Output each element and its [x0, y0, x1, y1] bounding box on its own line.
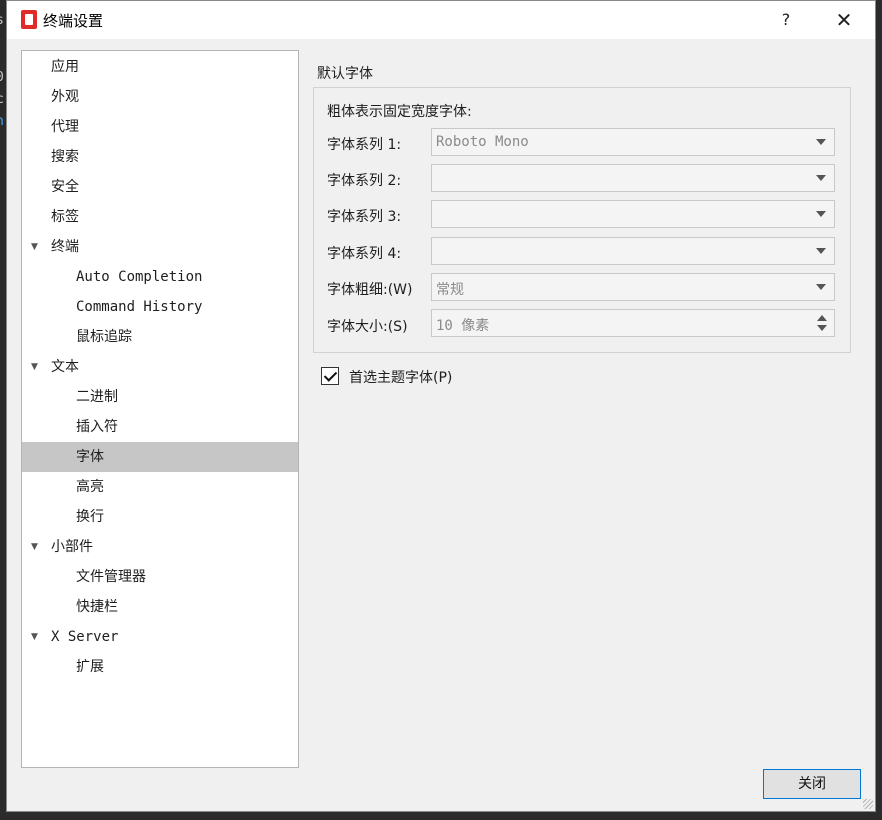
font-family-1-select[interactable]: Roboto Mono [431, 128, 835, 156]
expand-arrow-icon[interactable]: ▼ [31, 532, 43, 562]
spin-down-icon[interactable] [817, 325, 827, 331]
expand-arrow-icon[interactable]: ▼ [31, 232, 43, 262]
close-button[interactable]: 关闭 [763, 769, 861, 799]
tree-item-command-history[interactable]: Command History [22, 292, 298, 322]
settings-dialog: 终端设置 ? ✕ 应用 外观 代理 搜索 安全 标签 ▼ 终端 Auto Comp… [6, 0, 876, 812]
font-family-2-label: 字体系列 2: [327, 173, 402, 189]
tree-item-auto-completion[interactable]: Auto Completion [22, 262, 298, 292]
fixed-width-hint: 粗体表示固定宽度字体: [327, 104, 472, 120]
font-family-1-label: 字体系列 1: [327, 137, 402, 153]
font-family-3-select[interactable] [431, 200, 835, 228]
font-weight-select[interactable]: 常规 [431, 273, 835, 301]
font-weight-label: 字体粗细:(W) [327, 282, 413, 298]
title-bar[interactable]: 终端设置 ? ✕ [7, 1, 875, 39]
tree-item-file-manager[interactable]: 文件管理器 [22, 562, 298, 592]
font-family-4-select[interactable] [431, 237, 835, 265]
tree-item-mouse-tracking[interactable]: 鼠标追踪 [22, 322, 298, 352]
tree-item-highlight[interactable]: 高亮 [22, 472, 298, 502]
dropdown-arrow-icon [816, 211, 826, 217]
tree-item-font[interactable]: 字体 [22, 442, 298, 472]
tree-item-text[interactable]: ▼ 文本 [22, 352, 298, 382]
bg-char: 0 [0, 70, 4, 85]
tree-item-proxy[interactable]: 代理 [22, 112, 298, 142]
tree-item-x-server[interactable]: ▼ X Server [22, 622, 298, 652]
dropdown-arrow-icon [816, 248, 826, 254]
font-family-3-label: 字体系列 3: [327, 209, 402, 225]
app-book-icon [21, 10, 37, 29]
bg-char: s [0, 13, 4, 28]
tree-item-app[interactable]: 应用 [22, 52, 298, 82]
font-family-2-select[interactable] [431, 164, 835, 192]
bg-char: c [0, 92, 4, 107]
resize-grip-icon[interactable] [863, 799, 873, 809]
tree-item-terminal[interactable]: ▼ 终端 [22, 232, 298, 262]
tree-item-search[interactable]: 搜索 [22, 142, 298, 172]
font-size-spinbox[interactable]: 10 像素 [431, 309, 835, 337]
tree-item-security[interactable]: 安全 [22, 172, 298, 202]
spin-up-icon[interactable] [817, 315, 827, 321]
close-window-button[interactable]: ✕ [821, 1, 867, 39]
prefer-theme-font-label[interactable]: 首选主题字体(P) [349, 367, 452, 387]
settings-category-tree[interactable]: 应用 外观 代理 搜索 安全 标签 ▼ 终端 Auto Completion Co… [21, 50, 299, 768]
tree-item-wrap[interactable]: 换行 [22, 502, 298, 532]
tree-item-caret[interactable]: 插入符 [22, 412, 298, 442]
tree-item-binary[interactable]: 二进制 [22, 382, 298, 412]
window-title: 终端设置 [43, 12, 104, 30]
dropdown-arrow-icon [816, 175, 826, 181]
bg-char: n [0, 114, 4, 129]
font-family-4-label: 字体系列 4: [327, 246, 402, 262]
prefer-theme-font-checkbox[interactable] [321, 367, 339, 385]
tree-item-tabs[interactable]: 标签 [22, 202, 298, 232]
font-size-label: 字体大小:(S) [327, 319, 408, 335]
expand-arrow-icon[interactable]: ▼ [31, 622, 43, 652]
help-button[interactable]: ? [763, 1, 809, 39]
tree-item-appearance[interactable]: 外观 [22, 82, 298, 112]
expand-arrow-icon[interactable]: ▼ [31, 352, 43, 382]
dropdown-arrow-icon [816, 284, 826, 290]
tree-item-extensions[interactable]: 扩展 [22, 652, 298, 682]
dropdown-arrow-icon [816, 139, 826, 145]
tree-item-widgets[interactable]: ▼ 小部件 [22, 532, 298, 562]
tree-item-quickbar[interactable]: 快捷栏 [22, 592, 298, 622]
default-font-group-title: 默认字体 [317, 66, 373, 82]
